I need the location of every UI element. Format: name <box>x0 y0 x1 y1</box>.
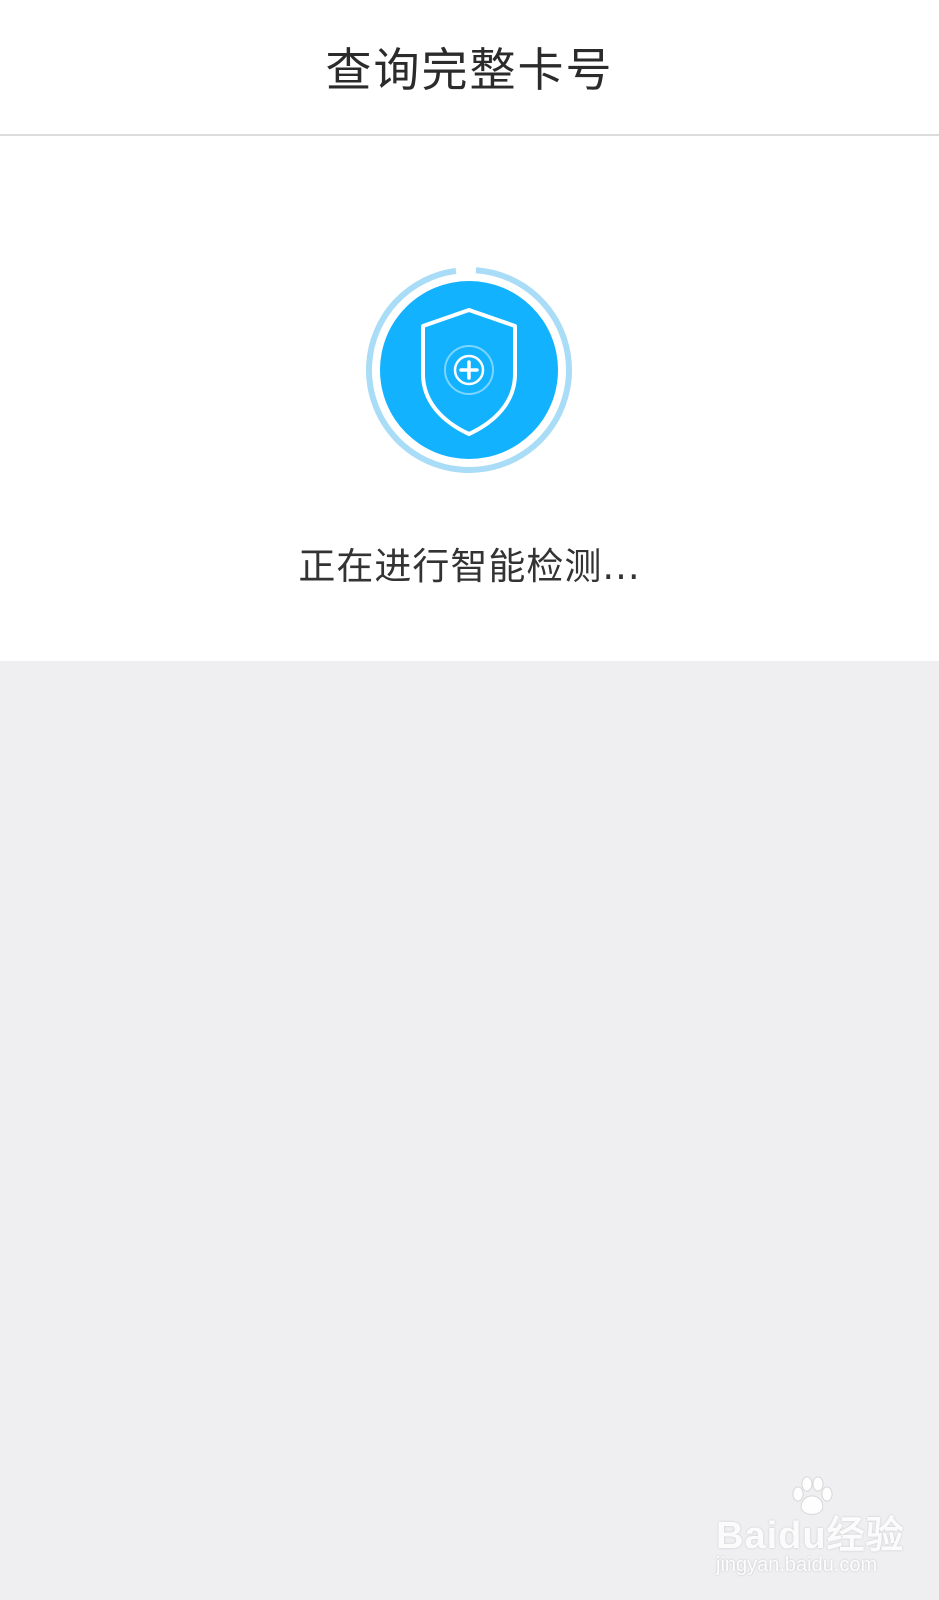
shield-plus-icon <box>366 267 572 473</box>
detection-card: 正在进行智能检测... <box>0 136 939 661</box>
page-title: 查询完整卡号 <box>325 43 614 97</box>
detection-status-text: 正在进行智能检测... <box>298 545 641 588</box>
detection-spinner <box>365 266 573 474</box>
watermark-brand: Baidu经验 <box>716 1515 905 1557</box>
header-bar: 查询完整卡号 <box>0 0 939 136</box>
page: 查询完整卡号 正在进行智能检测... Baidu经验 jingyan.baidu… <box>0 0 939 1600</box>
watermark-url: jingyan.baidu.com <box>716 1554 878 1576</box>
baidu-jingyan-watermark: Baidu经验 jingyan.baidu.com <box>716 1476 916 1586</box>
